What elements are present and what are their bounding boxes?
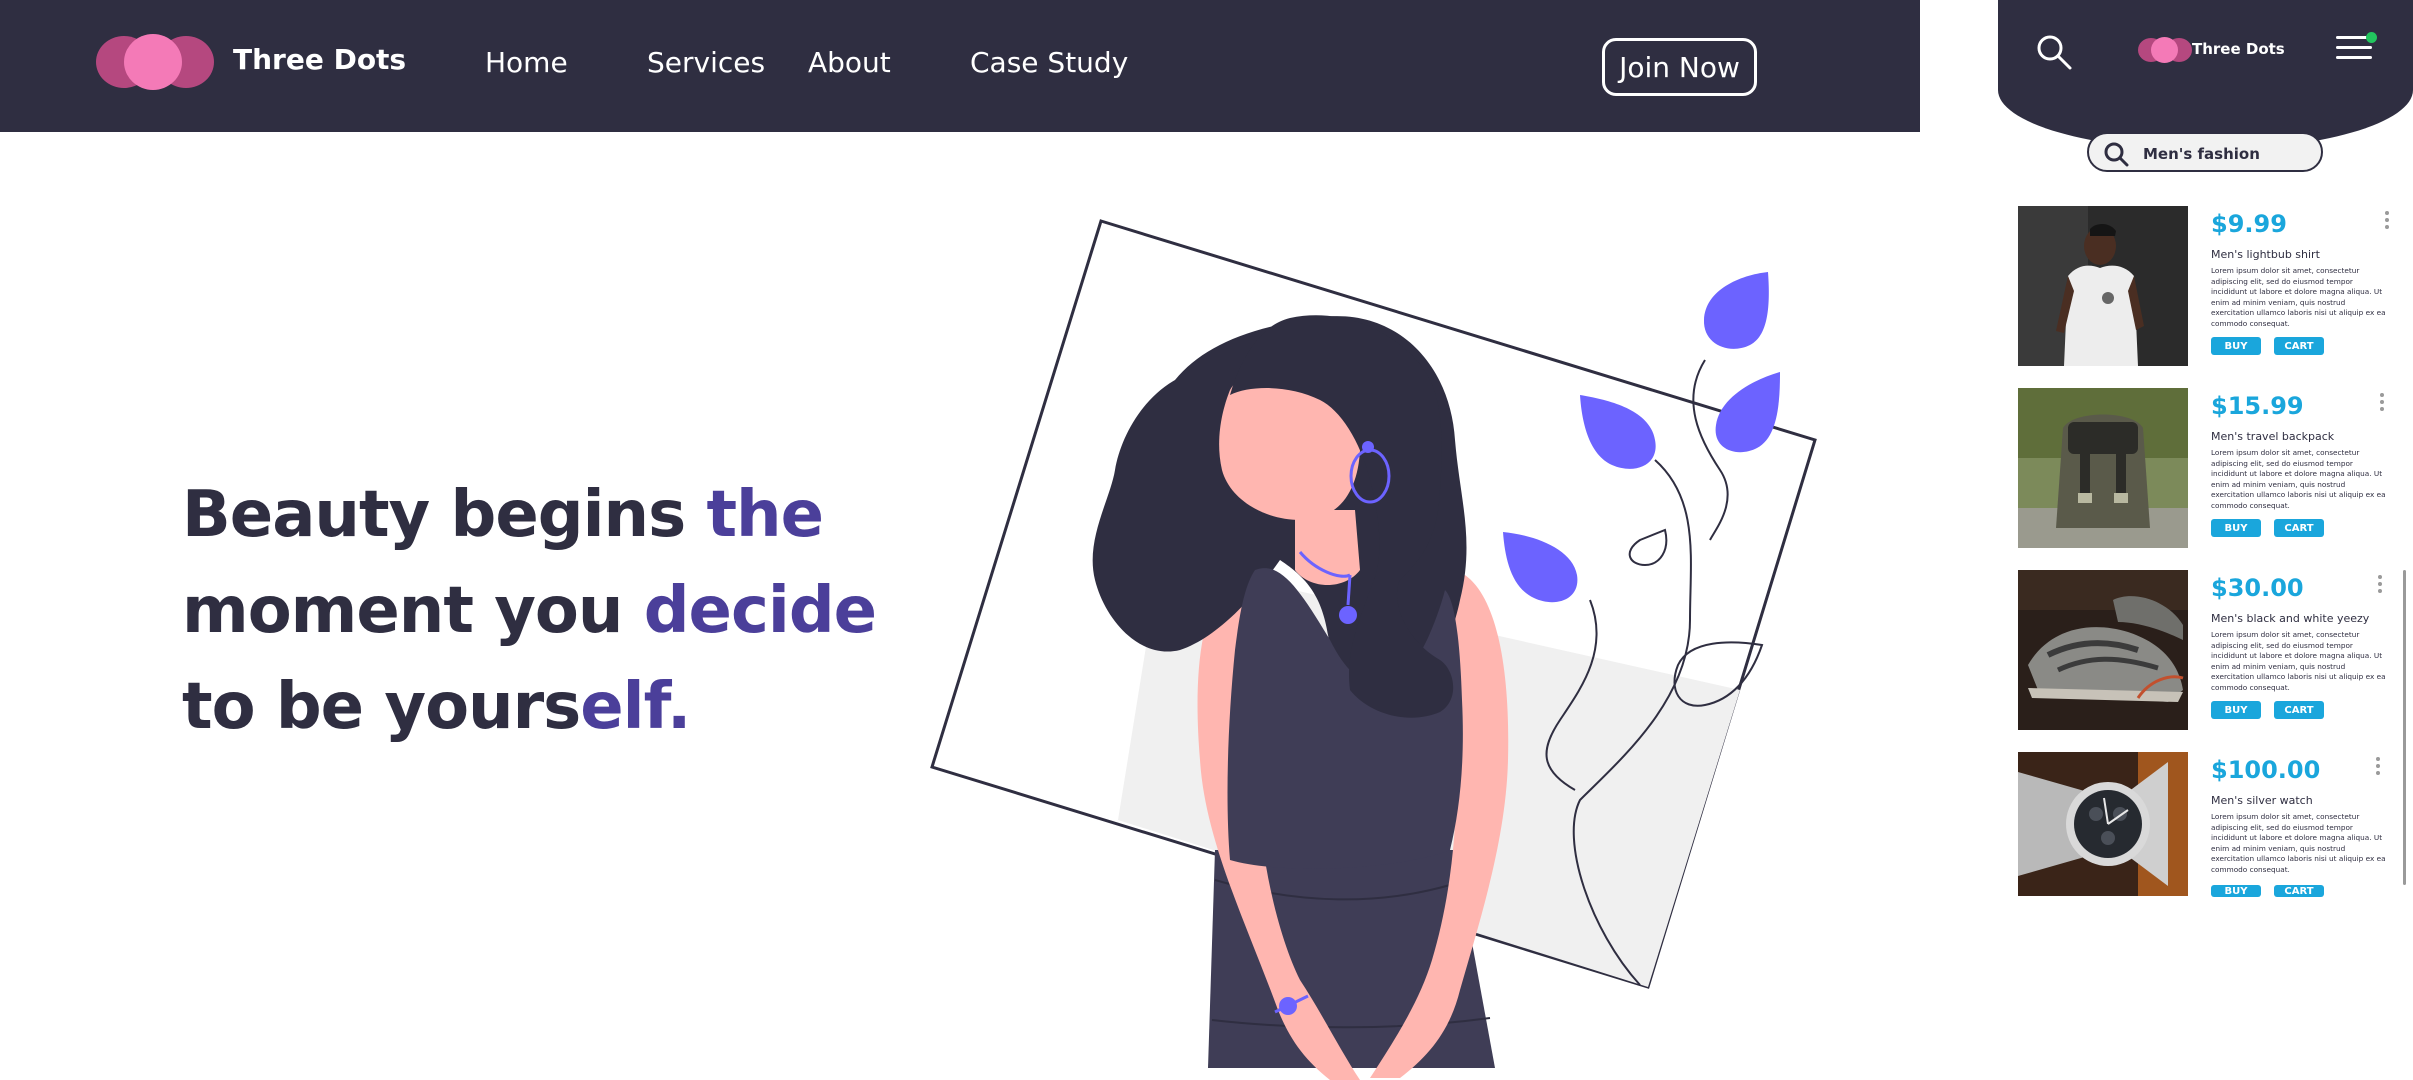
buy-button[interactable]: BUY: [2211, 337, 2261, 355]
cart-button[interactable]: CART: [2274, 337, 2324, 355]
product-description: Lorem ipsum dolor sit amet, consectetur …: [2211, 812, 2386, 874]
hero-heading-line-2: moment you decide: [182, 574, 877, 648]
more-options-icon[interactable]: [2376, 574, 2384, 594]
product-name: Men's lightbub shirt: [2211, 248, 2320, 261]
product-image-shirt[interactable]: [2018, 206, 2188, 366]
search-icon[interactable]: [2034, 32, 2074, 72]
mobile-header: [1998, 0, 2413, 150]
nav-about[interactable]: About: [808, 46, 891, 79]
notification-dot: [2366, 32, 2377, 43]
mobile-brand-name[interactable]: Three Dots: [2192, 40, 2285, 58]
more-options-icon[interactable]: [2374, 756, 2382, 776]
product-name: Men's silver watch: [2211, 794, 2313, 807]
logo-icon[interactable]: [96, 34, 214, 90]
buy-button[interactable]: BUY: [2211, 519, 2261, 537]
search-query: Men's fashion: [2143, 145, 2260, 163]
product-card[interactable]: $15.99 Men's travel backpack Lorem ipsum…: [2018, 388, 2398, 550]
product-name: Men's travel backpack: [2211, 430, 2335, 443]
woman-illustration: [930, 219, 1817, 1080]
hero-heading-line-3: to be yourself.: [182, 670, 691, 744]
join-now-button[interactable]: Join Now: [1602, 38, 1757, 96]
nav-services[interactable]: Services: [647, 46, 765, 79]
product-price: $15.99: [2211, 392, 2304, 420]
nav-case-study[interactable]: Case Study: [970, 46, 1128, 79]
product-price: $9.99: [2211, 210, 2287, 238]
search-icon: [2104, 142, 2129, 167]
scrollbar[interactable]: [2403, 570, 2406, 885]
cart-button[interactable]: CART: [2274, 519, 2324, 537]
hamburger-menu-icon[interactable]: [2336, 32, 2377, 62]
product-card[interactable]: $100.00 Men's silver watch Lorem ipsum d…: [2018, 752, 2398, 914]
product-image-sneakers[interactable]: [2018, 570, 2188, 730]
more-options-icon[interactable]: [2378, 392, 2386, 412]
mobile-logo-icon[interactable]: [2138, 37, 2192, 63]
product-image-backpack[interactable]: [2018, 388, 2188, 548]
mobile-search-input[interactable]: Men's fashion: [2087, 132, 2323, 172]
page: Three Dots Home Services About Case Stud…: [0, 0, 2413, 1080]
hero-heading-line-1: Beauty begins the: [182, 478, 824, 552]
product-name: Men's black and white yeezy: [2211, 612, 2370, 625]
buy-button[interactable]: BUY: [2211, 885, 2261, 897]
product-price: $100.00: [2211, 756, 2321, 784]
cart-button[interactable]: CART: [2274, 885, 2324, 897]
more-options-icon[interactable]: [2383, 210, 2391, 230]
buy-button[interactable]: BUY: [2211, 701, 2261, 719]
product-card[interactable]: $30.00 Men's black and white yeezy Lorem…: [2018, 570, 2398, 732]
product-image-watch[interactable]: [2018, 752, 2188, 896]
mobile-preview: Three Dots Men's fashion $9.99 Men's lig…: [1998, 0, 2413, 1080]
nav-home[interactable]: Home: [485, 46, 568, 79]
product-description: Lorem ipsum dolor sit amet, consectetur …: [2211, 448, 2386, 510]
product-card[interactable]: $9.99 Men's lightbub shirt Lorem ipsum d…: [2018, 206, 2398, 368]
product-description: Lorem ipsum dolor sit amet, consectetur …: [2211, 266, 2386, 328]
cart-button[interactable]: CART: [2274, 701, 2324, 719]
product-description: Lorem ipsum dolor sit amet, consectetur …: [2211, 630, 2386, 692]
brand-name[interactable]: Three Dots: [233, 43, 406, 76]
site-header: Three Dots Home Services About Case Stud…: [0, 0, 1920, 132]
product-price: $30.00: [2211, 574, 2304, 602]
